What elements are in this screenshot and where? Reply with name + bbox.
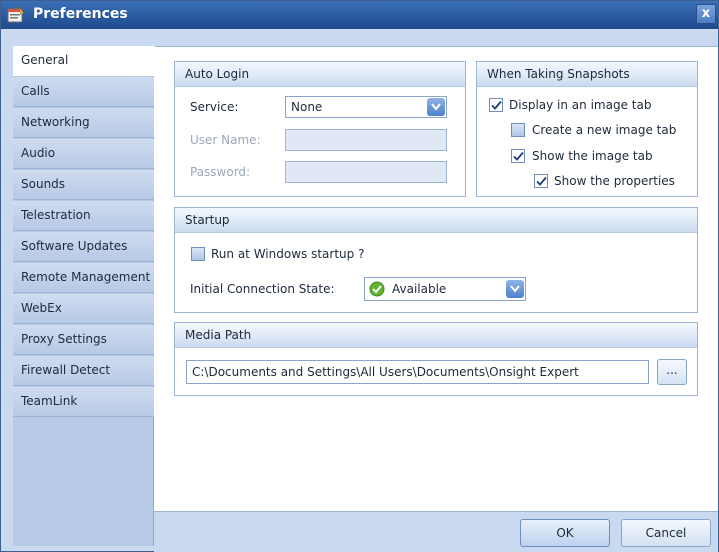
preferences-window: Preferences x General Calls Networking A… [0,0,719,552]
auto-login-header: Auto Login [175,62,465,87]
sidebar-item-networking[interactable]: Networking [13,108,154,138]
show-properties-checkbox[interactable] [534,174,548,188]
run-at-startup-checkbox[interactable] [191,247,205,261]
sidebar-item-audio[interactable]: Audio [13,139,154,169]
username-label: User Name: [190,133,261,147]
sidebar-item-calls[interactable]: Calls [13,77,154,107]
sidebar-item-webex[interactable]: WebEx [13,294,154,324]
available-status-icon [369,281,385,300]
preferences-icon [7,6,25,23]
display-in-image-tab-label: Display in an image tab [509,98,652,112]
sidebar-item-teamlink[interactable]: TeamLink [13,387,154,417]
snapshots-header: When Taking Snapshots [477,62,697,87]
sidebar-item-remote-management[interactable]: Remote Management [13,263,154,293]
password-field[interactable] [285,161,447,183]
settings-panel: Auto Login Service: None User Name: Pass… [154,46,718,511]
chevron-down-icon[interactable] [427,98,445,116]
startup-group: Startup Run at Windows startup ? Initial… [174,207,698,313]
show-image-tab-checkbox[interactable] [511,149,525,163]
service-dropdown[interactable]: None [285,96,447,118]
create-new-image-tab-label: Create a new image tab [532,123,677,137]
auto-login-group: Auto Login Service: None User Name: Pass… [174,61,466,197]
title-bar: Preferences x [1,1,718,29]
sidebar-item-sounds[interactable]: Sounds [13,170,154,200]
close-button[interactable]: x [696,4,716,24]
sidebar-item-general[interactable]: General [13,46,155,76]
sidebar: General Calls Networking Audio Sounds Te… [13,46,155,546]
button-bar: OK Cancel [154,511,718,552]
initial-state-value: Available [392,282,447,296]
sidebar-item-firewall-detect[interactable]: Firewall Detect [13,356,154,386]
show-properties-label: Show the properties [554,174,675,188]
sidebar-item-telestration[interactable]: Telestration [13,201,154,231]
startup-header: Startup [175,208,697,233]
media-path-value: C:\Documents and Settings\All Users\Docu… [192,365,579,379]
media-path-group: Media Path C:\Documents and Settings\All… [174,322,698,396]
initial-state-label: Initial Connection State: [190,282,335,296]
media-path-header: Media Path [175,323,697,348]
browse-button[interactable]: ... [657,359,687,385]
snapshots-group: When Taking Snapshots Display in an imag… [476,61,698,197]
chevron-down-icon[interactable] [506,280,524,298]
service-label: Service: [190,100,239,114]
cancel-button[interactable]: Cancel [621,519,711,547]
ok-button[interactable]: OK [520,519,610,547]
sidebar-item-proxy-settings[interactable]: Proxy Settings [13,325,154,355]
password-label: Password: [190,165,251,179]
window-title: Preferences [33,6,128,22]
show-image-tab-label: Show the image tab [532,149,653,163]
create-new-image-tab-checkbox[interactable] [511,123,525,137]
initial-state-dropdown[interactable]: Available [364,277,526,301]
media-path-input[interactable]: C:\Documents and Settings\All Users\Docu… [186,360,649,384]
sidebar-item-software-updates[interactable]: Software Updates [13,232,154,262]
display-in-image-tab-checkbox[interactable] [489,98,503,112]
username-field[interactable] [285,129,447,151]
run-at-startup-label: Run at Windows startup ? [211,247,365,261]
service-value: None [291,100,323,114]
